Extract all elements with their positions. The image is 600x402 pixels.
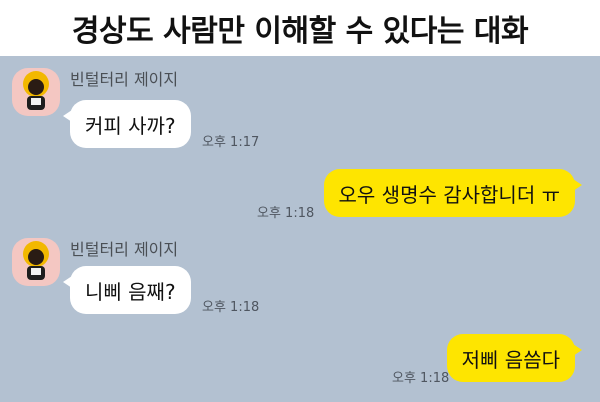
message-time: 오후 1:18 (257, 206, 315, 221)
page-title: 경상도 사람만 이해할 수 있다는 대화 (71, 14, 529, 49)
message-time: 오후 1:18 (202, 300, 260, 315)
jay-z-avatar-icon[interactable] (12, 68, 60, 116)
sender-name: 빈털터리 제이지 (70, 70, 179, 89)
message-time: 오후 1:17 (202, 135, 260, 150)
message-time: 오후 1:18 (392, 371, 450, 386)
chat-area[interactable]: 빈털터리 제이지 커피 사까? 오후 1:17 오우 생명수 감사합니더 ㅠ 오… (0, 56, 600, 402)
title-bar: 경상도 사람만 이해할 수 있다는 대화 (0, 0, 600, 56)
message-bubble-outgoing[interactable]: 오우 생명수 감사합니더 ㅠ (323, 169, 583, 217)
message-bubble-incoming[interactable]: 커피 사까? (63, 100, 191, 148)
message-bubble-incoming[interactable]: 니삐 음째? (63, 266, 191, 314)
message-bubble-outgoing[interactable]: 저삐 음씀다 (446, 334, 583, 382)
sender-name: 빈털터리 제이지 (70, 240, 179, 259)
jay-z-avatar-icon[interactable] (12, 238, 60, 286)
